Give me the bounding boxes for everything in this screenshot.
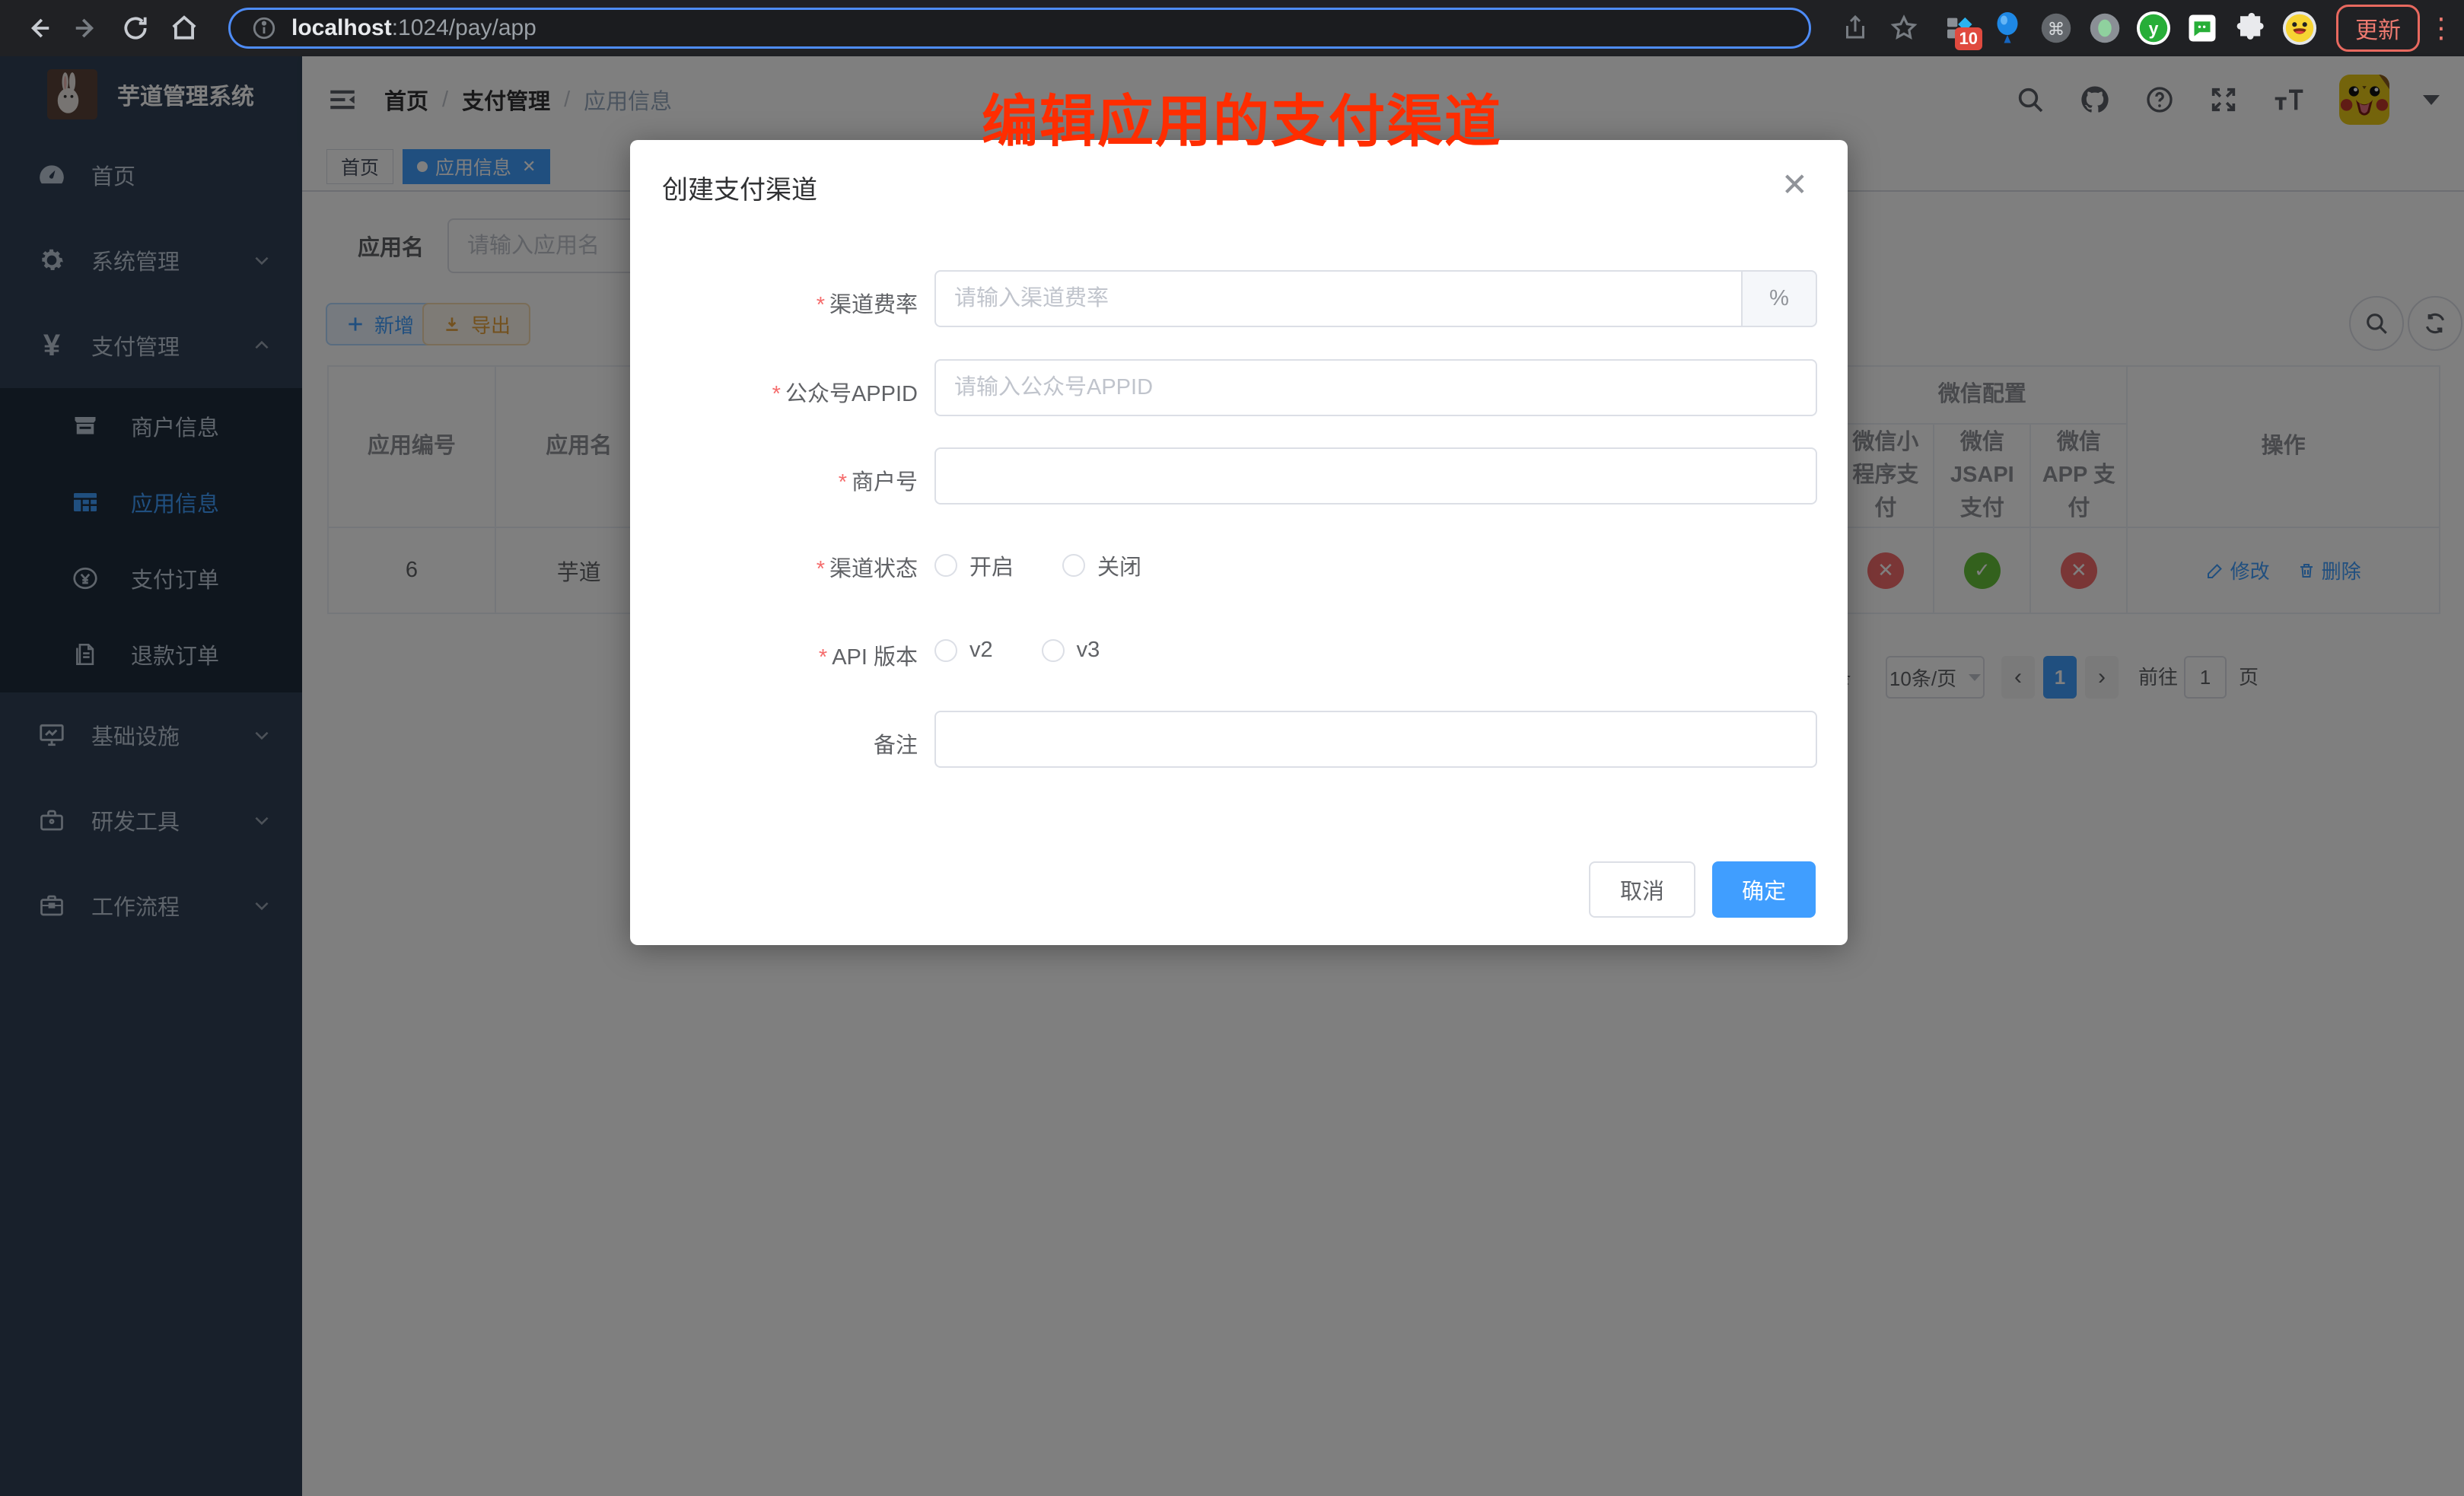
extension-tabs-icon[interactable]: 10 [1941, 11, 1976, 46]
radio-label: v3 [1077, 638, 1100, 663]
bookmark-star-icon[interactable] [1887, 11, 1921, 45]
cancel-button[interactable]: 取消 [1589, 861, 1695, 918]
annotation-text: 编辑应用的支付渠道 [982, 76, 1502, 158]
radio-circle-icon [934, 554, 957, 577]
address-bar[interactable]: localhost:1024/pay/app [228, 8, 1811, 49]
rate-input-group: % [934, 270, 1817, 327]
appid-input[interactable] [934, 359, 1817, 416]
extension-command-icon[interactable]: ⌘ [2039, 11, 2074, 46]
rate-input[interactable] [934, 270, 1743, 327]
app-viewport: 芋道管理系统 首页 系统管理 ¥ 支付管理 [0, 56, 2464, 1496]
field-label-merchant-id: *商户号 [630, 464, 918, 496]
create-payment-channel-dialog: 创建支付渠道 ✕ *渠道费率 % *公众号APPID *商户号 *渠道状 [630, 140, 1848, 945]
status-radio-group: 开启 关闭 [934, 549, 1141, 581]
extension-badge: 10 [1955, 27, 1982, 50]
radio-api-v3[interactable]: v3 [1042, 638, 1100, 663]
radio-status-closed[interactable]: 关闭 [1062, 549, 1141, 581]
radio-status-open[interactable]: 开启 [934, 549, 1014, 581]
url-host: localhost [291, 15, 392, 41]
url-path: :1024/pay/app [392, 15, 536, 41]
profile-avatar-icon[interactable] [2282, 11, 2317, 46]
svg-text:⌘: ⌘ [2048, 19, 2065, 39]
extensions-cluster: 10 ⌘ y [1934, 11, 2324, 46]
forward-icon[interactable] [70, 11, 103, 45]
extension-record-icon[interactable] [2087, 11, 2122, 46]
required-asterisk: * [772, 382, 781, 406]
back-icon[interactable] [21, 11, 55, 45]
extension-balloon-icon[interactable] [1990, 11, 2025, 46]
confirm-button[interactable]: 确定 [1712, 861, 1816, 918]
dialog-title: 创建支付渠道 [662, 169, 817, 206]
required-asterisk: * [817, 293, 825, 317]
field-label-remark: 备注 [630, 727, 918, 759]
field-label-api-version: *API 版本 [630, 639, 918, 671]
screen: localhost:1024/pay/app 10 ⌘ y [0, 0, 2464, 1496]
field-label-status: *渠道状态 [630, 551, 918, 583]
extension-chat-icon[interactable] [2185, 11, 2220, 46]
field-label-appid: *公众号APPID [630, 376, 918, 408]
radio-label: 关闭 [1097, 549, 1141, 581]
extension-yudao-icon[interactable]: y [2136, 11, 2171, 46]
radio-label: 开启 [969, 549, 1014, 581]
api-version-radio-group: v2 v3 [934, 638, 1100, 663]
share-icon[interactable] [1838, 11, 1872, 45]
field-label-rate: *渠道费率 [630, 287, 918, 319]
required-asterisk: * [819, 645, 827, 670]
radio-api-v2[interactable]: v2 [934, 638, 993, 663]
radio-circle-icon [934, 639, 957, 662]
merchant-id-input[interactable] [934, 447, 1817, 505]
rate-suffix: % [1743, 270, 1817, 327]
extensions-puzzle-icon[interactable] [2233, 11, 2268, 46]
required-asterisk: * [817, 557, 825, 581]
radio-label: v2 [969, 638, 993, 663]
browser-menu-icon[interactable]: ⋮ [2427, 12, 2455, 44]
site-info-icon[interactable] [247, 11, 281, 45]
reload-icon[interactable] [119, 11, 152, 45]
radio-circle-icon [1042, 639, 1065, 662]
browser-update-button[interactable]: 更新 [2336, 5, 2420, 52]
radio-circle-icon [1062, 554, 1085, 577]
required-asterisk: * [839, 470, 847, 495]
home-icon[interactable] [167, 11, 201, 45]
remark-input[interactable] [934, 711, 1817, 768]
browser-toolbar: localhost:1024/pay/app 10 ⌘ y [0, 0, 2464, 56]
dialog-close-icon[interactable]: ✕ [1781, 169, 1808, 201]
svg-text:y: y [2149, 19, 2159, 39]
